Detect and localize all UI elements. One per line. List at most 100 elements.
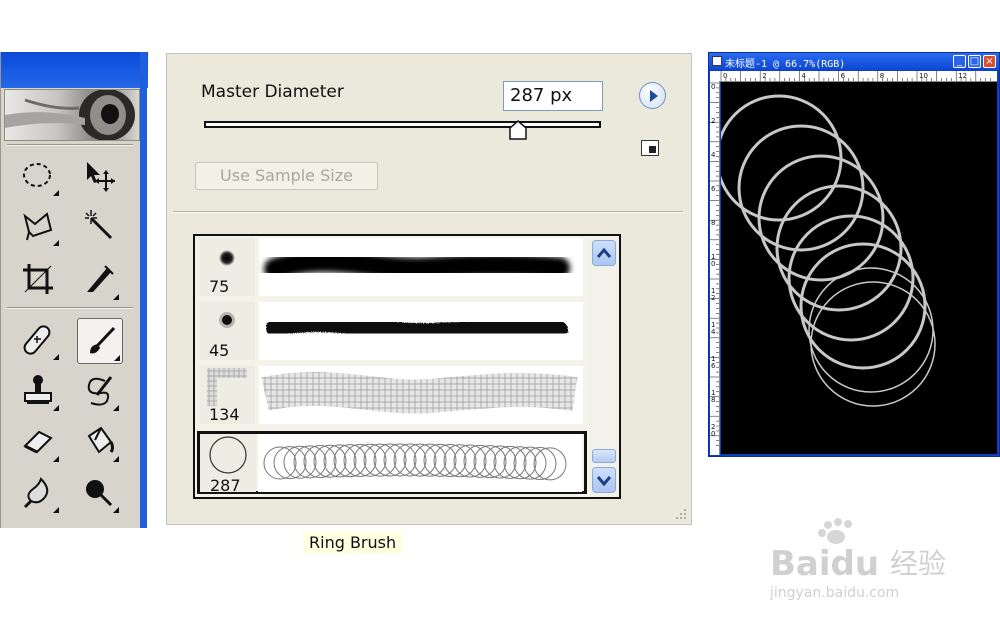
magic-wand-icon [85,210,113,240]
preset-item-45[interactable]: 45 [199,302,583,360]
maximize-button[interactable]: □ [968,55,981,68]
document-title: 未标题-1 @ 66.7%(RGB) [725,59,846,70]
chevron-down-icon [597,476,611,486]
ruler-tick-label: 0 [723,72,727,80]
watermark-brand: Baidu [770,544,879,584]
top-ruler[interactable]: 02468101214 [719,71,997,82]
preset-stroke-preview [259,302,583,360]
slice-tool[interactable] [75,256,121,302]
paint-bucket-tool[interactable] [75,418,121,464]
ruler-tick-label: 0 [711,83,715,91]
ruler-tick-label: 2 [711,117,715,125]
ruler-tick-label: 4 [801,72,806,80]
ruler-tick-label: 8 [711,396,715,404]
toolbox-separator [7,144,133,146]
panel-divider [173,211,683,213]
healing-brush-tool[interactable] [15,316,61,362]
brush-preset-list[interactable]: 75 45 134 287 [193,234,621,499]
scroll-up-button[interactable] [592,240,616,266]
ruler-tick-label: 8 [711,219,715,227]
preset-item-287[interactable]: 287 [197,431,587,495]
blur-tool[interactable] [15,469,61,515]
document-icon [712,56,722,66]
toolbox-panel [0,52,148,528]
chevron-up-icon [597,247,611,258]
ruler-tick-label: 0 [711,430,715,438]
clone-stamp-tool[interactable] [15,367,61,413]
ring-stroke-mark [808,267,934,393]
crop-tool[interactable] [15,256,61,302]
blur-icon [23,477,49,509]
move-icon [87,162,115,192]
preset-stroke-preview [258,434,582,492]
document-titlebar[interactable]: 未标题-1 @ 66.7%(RGB) _ □ × [709,53,999,70]
window-edge-strip [140,52,147,528]
watermark-brand-cn: 经验 [890,547,946,580]
slider-thumb[interactable] [508,120,527,140]
preset-stroke-preview [259,366,583,424]
magic-wand-tool[interactable] [75,202,121,248]
close-button[interactable]: × [983,55,996,68]
panel-menu-button[interactable] [639,82,666,109]
photoshop-logo[interactable] [4,89,140,141]
ruler-tick-label: 10 [919,72,928,80]
ruler-tick-label: 2 [762,72,766,80]
ruler-tick-label: 6 [711,362,716,370]
crop-icon [23,264,53,294]
eraser-tool[interactable] [15,418,61,464]
paint-bucket-icon [87,426,114,454]
master-diameter-label: Master Diameter [201,82,344,102]
history-brush-tool[interactable] [75,367,121,413]
preset-size-label: 75 [209,277,230,296]
resize-grip-icon[interactable] [675,508,687,520]
burn-icon [86,480,113,507]
document-canvas[interactable] [721,82,997,454]
preset-size-label: 134 [209,405,240,424]
history-brush-icon [87,376,113,406]
scroll-down-button[interactable] [592,467,616,493]
left-ruler[interactable]: 02468101214161820 [710,81,720,455]
play-arrow-icon [650,90,658,102]
ring-brush-strokes [721,94,936,407]
preset-item-134[interactable]: 134 [199,366,583,424]
preset-stroke-preview [259,238,583,296]
minimize-button[interactable]: _ [953,55,966,68]
ruler-tick-label: 8 [880,72,884,80]
preset-item-75[interactable]: 75 [199,238,583,296]
master-diameter-input[interactable]: 287 px [503,81,603,111]
eraser-icon [23,430,53,454]
ruler-tick-label: 4 [711,151,716,159]
ruler-tick-label: 6 [711,185,716,193]
preset-size-label: 287 [210,476,241,495]
toolbox-separator [7,307,133,309]
ruler-corner [710,71,719,81]
move-tool[interactable] [75,152,121,198]
ring-stroke-mark [737,124,865,252]
elliptical-marquee-icon [23,163,51,187]
slice-icon [87,265,114,292]
preset-size-label: 45 [209,341,230,360]
ruler-tick-label: 12 [958,72,967,80]
clone-stamp-icon [24,375,52,404]
ruler-tick-label: 0 [711,260,715,268]
tooltip: Ring Brush [303,531,403,554]
toolbox-title-band [1,52,148,88]
burn-tool[interactable] [75,469,121,515]
elliptical-marquee-tool[interactable] [15,152,61,198]
scroll-thumb[interactable] [592,449,616,463]
healing-brush-icon [23,325,51,355]
ruler-tick-label: 6 [841,72,846,80]
use-sample-size-button[interactable]: Use Sample Size [195,162,378,190]
brush-tool[interactable] [77,318,123,364]
new-preset-button[interactable] [641,140,659,156]
preset-list-scrollbar[interactable] [590,236,618,497]
ruler-tick-label: 2 [711,294,715,302]
master-diameter-slider[interactable] [204,121,601,128]
polygonal-lasso-tool[interactable] [15,202,61,248]
ruler-tick-label: 4 [711,328,716,336]
brush-presets-panel: Master Diameter 287 px Use Sample Size 7… [166,53,692,525]
document-window[interactable]: 未标题-1 @ 66.7%(RGB) _ □ × 02468101214 024… [708,52,1000,457]
brush-icon [90,326,116,354]
baidu-jingyan-watermark: Baidu 经验 jingyan.baidu.com [770,518,946,601]
watermark-url: jingyan.baidu.com [770,585,899,601]
